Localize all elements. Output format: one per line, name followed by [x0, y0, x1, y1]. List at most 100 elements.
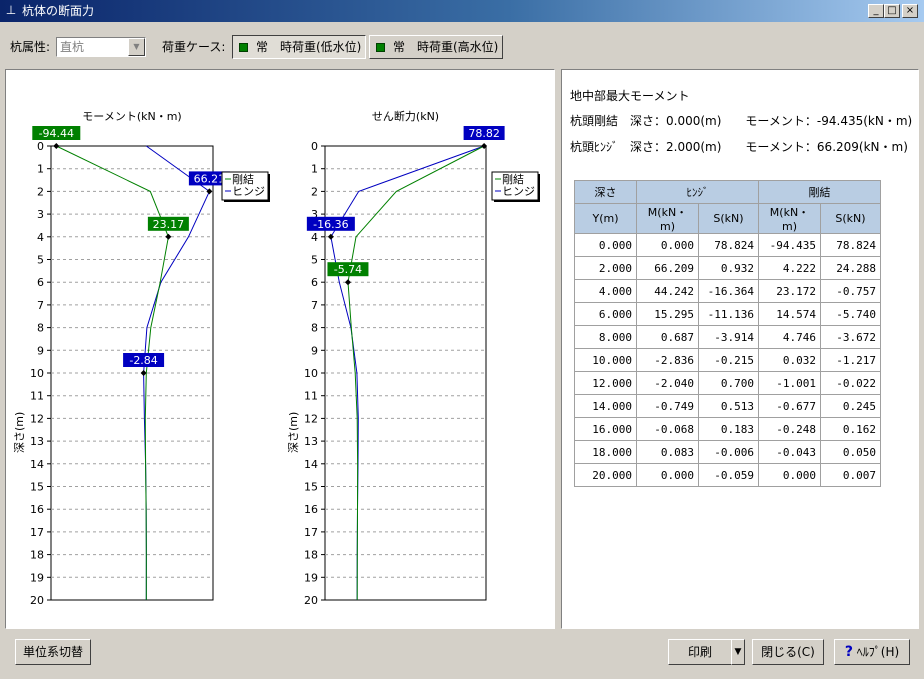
table-cell: -3.672: [820, 325, 881, 349]
table-cell: -94.435: [758, 233, 821, 257]
data-label: 23.17: [153, 218, 185, 231]
series-line-hinge: [330, 145, 485, 601]
load-case-label: 荷重ケース:: [162, 40, 226, 54]
data-label: -16.36: [313, 218, 348, 231]
data-point-marker: [140, 370, 147, 376]
table-cell: -0.677: [758, 394, 821, 418]
hinge-max-line: 杭頭ﾋﾝｼﾞ 深さ：2.000(m) モーメント：66.209(kN・m): [570, 140, 908, 154]
table-cell: 78.824: [698, 233, 759, 257]
table-row: 12.000 -2.040 0.700 -1.001 -0.022: [574, 371, 881, 395]
y-tick-label: 16: [30, 503, 44, 516]
table-cell: 0.687: [636, 325, 699, 349]
print-dropdown-button[interactable]: ▼: [731, 639, 745, 665]
close-button[interactable]: 閉じる(C): [752, 639, 824, 665]
table-cell: -5.740: [820, 302, 881, 326]
table-cell: -1.001: [758, 371, 821, 395]
table-row: 2.000 66.209 0.932 4.222 24.288: [574, 256, 881, 280]
table-cell: 78.824: [820, 233, 881, 257]
table-cell: 0.162: [820, 417, 881, 441]
close-window-button[interactable]: ×: [902, 4, 918, 18]
unit-switch-button[interactable]: 単位系切替: [15, 639, 91, 665]
table-row: 0.000 0.000 78.824 -94.435 78.824: [574, 233, 881, 257]
case-low-water-button[interactable]: 常 時荷重(低水位): [232, 35, 366, 59]
data-point-marker: [165, 233, 172, 240]
y-tick-label: 0: [37, 140, 44, 153]
chevron-down-icon[interactable]: ▼: [128, 38, 145, 56]
y-tick-label: 12: [30, 412, 44, 425]
table-row: 20.000 0.000 -0.059 0.000 0.007: [574, 463, 881, 487]
y-tick-label: 15: [30, 481, 44, 494]
table-cell: 0.050: [820, 440, 881, 464]
y-tick-label: 13: [304, 435, 318, 448]
table-cell: 0.932: [698, 256, 759, 280]
pile-attr-select[interactable]: 直杭 ▼: [56, 37, 146, 57]
y-tick-label: 13: [30, 435, 44, 448]
y-tick-label: 5: [37, 254, 44, 267]
case-high-water-button[interactable]: 常 時荷重(高水位): [369, 35, 503, 59]
result-panel: 地中部最大モーメント 杭頭剛結 深さ：0.000(m) モーメント：-94.43…: [561, 69, 919, 629]
table-cell: -0.248: [758, 417, 821, 441]
table-cell: -0.749: [636, 394, 699, 418]
y-tick-label: 4: [37, 231, 44, 244]
table-cell: -0.059: [698, 463, 759, 487]
y-axis-label: 深さ(m): [13, 412, 26, 453]
table-cell: 0.000: [758, 463, 821, 487]
y-tick-label: 10: [30, 367, 44, 380]
table-cell: 10.000: [574, 348, 637, 372]
table-cell: -0.215: [698, 348, 759, 372]
table-cell: 0.000: [636, 233, 699, 257]
table-cell: 2.000: [574, 256, 637, 280]
table-row: 18.000 0.083 -0.006 -0.043 0.050: [574, 440, 881, 464]
y-tick-label: 5: [311, 254, 318, 267]
table-cell: 0.032: [758, 348, 821, 372]
table-cell: -3.914: [698, 325, 759, 349]
table-row: 10.000 -2.836 -0.215 0.032 -1.217: [574, 348, 881, 372]
sub-y-header: Y(m): [574, 203, 637, 234]
case-color-icon: [239, 43, 248, 52]
y-tick-label: 15: [304, 481, 318, 494]
window-title: 杭体の断面力: [22, 4, 95, 18]
y-tick-label: 7: [37, 299, 44, 312]
y-tick-label: 7: [311, 299, 318, 312]
table-cell: 0.183: [698, 417, 759, 441]
y-tick-label: 0: [311, 140, 318, 153]
y-tick-label: 16: [304, 503, 318, 516]
y-tick-label: 1: [311, 163, 318, 176]
data-point-marker: [344, 279, 351, 286]
max-moment-title: 地中部最大モーメント: [570, 89, 690, 103]
data-point-marker: [53, 143, 60, 149]
table-cell: -2.836: [636, 348, 699, 372]
y-tick-label: 6: [311, 276, 318, 289]
minimize-button[interactable]: _: [868, 4, 884, 18]
help-button[interactable]: ? ﾍﾙﾌﾟ(H): [834, 639, 910, 665]
y-tick-label: 3: [37, 208, 44, 221]
table-cell: -0.022: [820, 371, 881, 395]
pile-icon: ⊥: [5, 3, 17, 17]
pile-attr-label: 杭属性:: [10, 40, 51, 54]
table-cell: 0.083: [636, 440, 699, 464]
y-tick-label: 9: [37, 344, 44, 357]
legend-label: ヒンジ: [502, 185, 535, 198]
y-tick-label: 17: [304, 526, 318, 539]
sub-m-hinge-header: M(kN・m): [636, 203, 699, 234]
y-tick-label: 14: [304, 458, 318, 471]
table-cell: -11.136: [698, 302, 759, 326]
data-label: 66.21: [194, 172, 226, 185]
case-color-icon: [376, 43, 385, 52]
y-tick-label: 4: [311, 231, 318, 244]
y-tick-label: 11: [304, 390, 318, 403]
table-row: 6.000 15.295 -11.136 14.574 -5.740: [574, 302, 881, 326]
data-label: -94.44: [39, 127, 74, 140]
table-cell: 15.295: [636, 302, 699, 326]
maximize-button[interactable]: □: [884, 4, 900, 18]
title-bar[interactable]: ⊥ 杭体の断面力 _ □ ×: [0, 0, 924, 22]
y-tick-label: 11: [30, 390, 44, 403]
y-tick-label: 8: [37, 322, 44, 335]
pile-attr-value: 直杭: [60, 40, 85, 54]
y-tick-label: 8: [311, 322, 318, 335]
table-cell: -0.006: [698, 440, 759, 464]
chart-title: せん断力(kN): [372, 109, 439, 123]
print-button[interactable]: 印刷: [668, 639, 732, 665]
y-tick-label: 6: [37, 276, 44, 289]
data-label: -2.84: [129, 354, 157, 367]
